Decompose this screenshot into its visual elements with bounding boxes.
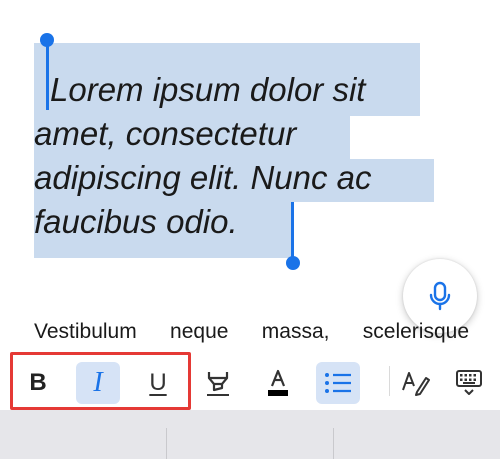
keyboard-key-separator: [166, 428, 167, 459]
keyboard-area: [0, 410, 500, 459]
keyboard-key-separator: [333, 428, 334, 459]
italic-icon: I: [93, 367, 103, 398]
selected-line: adipiscing elit. Nunc ac: [34, 159, 372, 196]
selection-start-caret: [46, 40, 49, 110]
bulleted-list-button[interactable]: [316, 362, 360, 404]
highlight-button[interactable]: [196, 362, 240, 404]
italic-button[interactable]: I: [76, 362, 120, 404]
selected-paragraph[interactable]: Lorem ipsum dolor sit amet, consectetur …: [34, 68, 474, 244]
underline-button[interactable]: U: [136, 362, 180, 404]
hide-keyboard-button[interactable]: [447, 362, 491, 404]
selected-line: faucibus odio.: [34, 203, 238, 240]
highlighter-icon: [207, 372, 229, 396]
bold-button[interactable]: B: [16, 362, 60, 404]
bold-icon: B: [29, 369, 47, 396]
underline-icon: U: [149, 369, 167, 396]
keyboard-hide-icon: [456, 370, 482, 395]
handwriting-button[interactable]: [394, 362, 438, 404]
handwriting-icon: [402, 372, 430, 396]
selected-line: Lorem ipsum dolor sit: [50, 71, 366, 108]
selected-line: amet, consectetur: [34, 115, 297, 152]
text-color-button[interactable]: [256, 362, 300, 404]
selection-end-handle[interactable]: [286, 256, 300, 270]
toolbar-divider: [389, 366, 390, 396]
text-color-icon: [268, 369, 288, 396]
selection-end-caret: [291, 202, 294, 262]
document-editor: Lorem ipsum dolor sit amet, consectetur …: [0, 0, 500, 459]
microphone-icon: [429, 281, 451, 311]
bulleted-list-icon: [325, 373, 351, 393]
body-paragraph[interactable]: Vestibulum neque massa, scelerisque: [34, 318, 469, 348]
